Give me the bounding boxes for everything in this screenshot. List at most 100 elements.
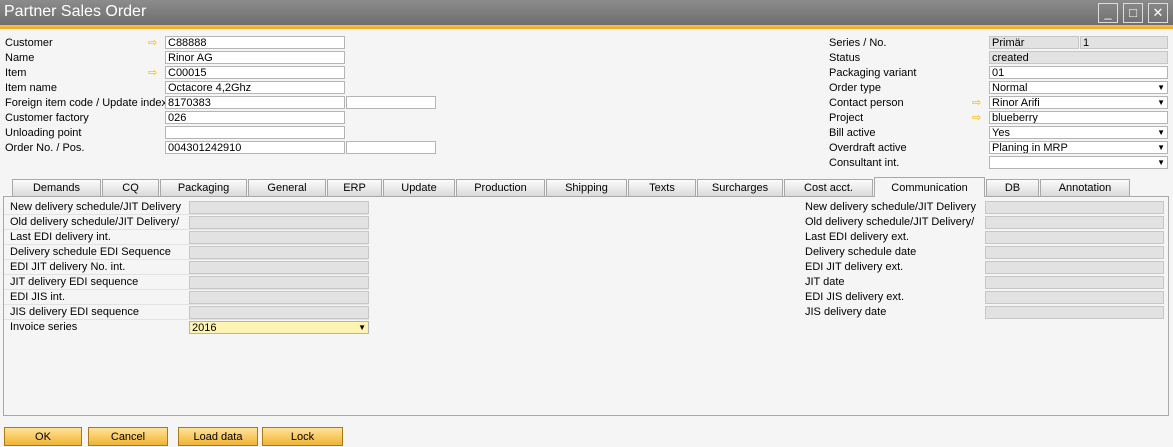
foreign-item-code-update-index-field-2[interactable] bbox=[346, 96, 436, 109]
tab-texts[interactable]: Texts bbox=[628, 179, 696, 196]
foreign-item-code-update-index-field[interactable]: 8170383 bbox=[165, 96, 345, 109]
packaging-variant-field[interactable]: 01 bbox=[989, 66, 1168, 79]
tab-shipping[interactable]: Shipping bbox=[546, 179, 627, 196]
tab-erp[interactable]: ERP bbox=[327, 179, 382, 196]
tab-general[interactable]: General bbox=[248, 179, 326, 196]
minimize-icon[interactable]: _ bbox=[1098, 3, 1118, 23]
link-arrow-icon[interactable]: ⇨ bbox=[972, 113, 984, 124]
old-delivery-schedule-jit-delivery-field[interactable] bbox=[189, 216, 369, 229]
jit-date-label-right: JIT date bbox=[805, 276, 845, 288]
last-edi-delivery-ext-field-right[interactable] bbox=[985, 231, 1164, 244]
customer-label: Customer bbox=[5, 37, 53, 49]
title-bar: Partner Sales Order _ □ ✕ bbox=[0, 0, 1173, 25]
edi-jit-delivery-no-int-field[interactable] bbox=[189, 261, 369, 274]
tab-communication[interactable]: Communication bbox=[874, 177, 985, 197]
edi-jis-int-label: EDI JIS int. bbox=[10, 291, 66, 303]
tab-production[interactable]: Production bbox=[456, 179, 545, 196]
bill-active-field[interactable]: Yes ▼ bbox=[989, 126, 1168, 139]
packaging-variant-value: 01 bbox=[992, 67, 1005, 79]
tab-demands[interactable]: Demands bbox=[12, 179, 101, 196]
edi-jit-delivery-no-int-label: EDI JIT delivery No. int. bbox=[10, 261, 126, 273]
order-no-pos-label: Order No. / Pos. bbox=[5, 142, 85, 154]
chevron-down-icon[interactable]: ▼ bbox=[1157, 82, 1165, 93]
order-type-field[interactable]: Normal ▼ bbox=[989, 81, 1168, 94]
contact-person-field[interactable]: Rinor Arifi ▼ bbox=[989, 96, 1168, 109]
link-arrow-icon[interactable]: ⇨ bbox=[972, 98, 984, 109]
chevron-down-icon[interactable]: ▼ bbox=[1157, 142, 1165, 153]
item-label: Item bbox=[5, 67, 27, 79]
delivery-schedule-date-label-right: Delivery schedule date bbox=[805, 246, 917, 258]
jit-delivery-edi-sequence-field[interactable] bbox=[189, 276, 369, 289]
cancel-button[interactable]: Cancel bbox=[88, 427, 168, 446]
close-icon[interactable]: ✕ bbox=[1148, 3, 1168, 23]
order-no-pos-field-2[interactable] bbox=[346, 141, 436, 154]
name-label: Name bbox=[5, 52, 35, 64]
order-no-pos-field[interactable]: 004301242910 bbox=[165, 141, 345, 154]
new-delivery-schedule-jit-delivery-label: New delivery schedule/JIT Delivery bbox=[10, 201, 181, 213]
chevron-down-icon[interactable]: ▼ bbox=[358, 322, 366, 333]
chevron-down-icon[interactable]: ▼ bbox=[1157, 157, 1165, 168]
number-field[interactable]: 1 bbox=[1080, 36, 1168, 49]
chevron-down-icon[interactable]: ▼ bbox=[1157, 97, 1165, 108]
consultant-int-field[interactable]: ▼ bbox=[989, 156, 1168, 169]
old-delivery-schedule-jit-delivery-field-right[interactable] bbox=[985, 216, 1164, 229]
unloading-point-field[interactable] bbox=[165, 126, 345, 139]
edi-jis-delivery-ext-label-right: EDI JIS delivery ext. bbox=[805, 291, 905, 303]
invoice-series-value: 2016 bbox=[192, 322, 217, 334]
edi-jis-int-field[interactable] bbox=[189, 291, 369, 304]
unloading-point-label: Unloading point bbox=[5, 127, 82, 139]
delivery-schedule-date-field-right[interactable] bbox=[985, 246, 1164, 259]
chevron-down-icon[interactable]: ▼ bbox=[1157, 127, 1165, 138]
status-field[interactable]: created bbox=[989, 51, 1168, 64]
invoice-series-label: Invoice series bbox=[10, 321, 78, 333]
tab-surcharges[interactable]: Surcharges bbox=[697, 179, 783, 196]
tab-cq[interactable]: CQ bbox=[102, 179, 159, 196]
link-arrow-icon[interactable]: ⇨ bbox=[148, 68, 160, 79]
item-field[interactable]: C00015 bbox=[165, 66, 345, 79]
jis-delivery-edi-sequence-field[interactable] bbox=[189, 306, 369, 319]
project-field[interactable]: blueberry bbox=[989, 111, 1168, 124]
packaging-variant-label: Packaging variant bbox=[829, 67, 917, 79]
last-edi-delivery-int-label: Last EDI delivery int. bbox=[10, 231, 111, 243]
maximize-icon[interactable]: □ bbox=[1123, 3, 1143, 23]
tab-annotation[interactable]: Annotation bbox=[1040, 179, 1130, 196]
customer-field[interactable]: C88888 bbox=[165, 36, 345, 49]
tab-update[interactable]: Update bbox=[383, 179, 455, 196]
bill-active-value: Yes bbox=[992, 127, 1010, 139]
link-arrow-icon[interactable]: ⇨ bbox=[148, 38, 160, 49]
delivery-schedule-edi-sequence-field[interactable] bbox=[189, 246, 369, 259]
load-data-button[interactable]: Load data bbox=[178, 427, 258, 446]
last-edi-delivery-int-field[interactable] bbox=[189, 231, 369, 244]
new-delivery-schedule-jit-delivery-field-right[interactable] bbox=[985, 201, 1164, 214]
last-edi-delivery-ext-label-right: Last EDI delivery ext. bbox=[805, 231, 909, 243]
tab-packaging[interactable]: Packaging bbox=[160, 179, 247, 196]
edi-jis-delivery-ext-field-right[interactable] bbox=[985, 291, 1164, 304]
tab-cost-acct[interactable]: Cost acct. bbox=[784, 179, 873, 196]
overdraft-active-value: Planing in MRP bbox=[992, 142, 1068, 154]
new-delivery-schedule-jit-delivery-field[interactable] bbox=[189, 201, 369, 214]
jis-delivery-date-field-right[interactable] bbox=[985, 306, 1164, 319]
order-type-label: Order type bbox=[829, 82, 881, 94]
overdraft-active-label: Overdraft active bbox=[829, 142, 907, 154]
series-field[interactable]: Primär bbox=[989, 36, 1079, 49]
overdraft-active-field[interactable]: Planing in MRP ▼ bbox=[989, 141, 1168, 154]
name-field[interactable]: Rinor AG bbox=[165, 51, 345, 64]
customer-factory-field[interactable]: 026 bbox=[165, 111, 345, 124]
series-no-label: Series / No. bbox=[829, 37, 887, 49]
order-type-value: Normal bbox=[992, 82, 1028, 94]
item-name-field[interactable]: Octacore 4,2Ghz bbox=[165, 81, 345, 94]
ok-button[interactable]: OK bbox=[4, 427, 82, 446]
tab-db[interactable]: DB bbox=[986, 179, 1039, 196]
delivery-schedule-edi-sequence-label: Delivery schedule EDI Sequence bbox=[10, 246, 171, 258]
contact-person-label: Contact person bbox=[829, 97, 904, 109]
title-accent-bar bbox=[0, 25, 1173, 29]
jis-delivery-date-label-right: JIS delivery date bbox=[805, 306, 887, 318]
edi-jit-delivery-ext-label-right: EDI JIT delivery ext. bbox=[805, 261, 904, 273]
foreign-item-code-update-index-label: Foreign item code / Update index bbox=[5, 97, 168, 109]
invoice-series-field[interactable]: 2016 ▼ bbox=[189, 321, 369, 334]
lock-button[interactable]: Lock bbox=[262, 427, 343, 446]
bill-active-label: Bill active bbox=[829, 127, 876, 139]
edi-jit-delivery-ext-field-right[interactable] bbox=[985, 261, 1164, 274]
jit-date-field-right[interactable] bbox=[985, 276, 1164, 289]
project-value: blueberry bbox=[992, 112, 1038, 124]
